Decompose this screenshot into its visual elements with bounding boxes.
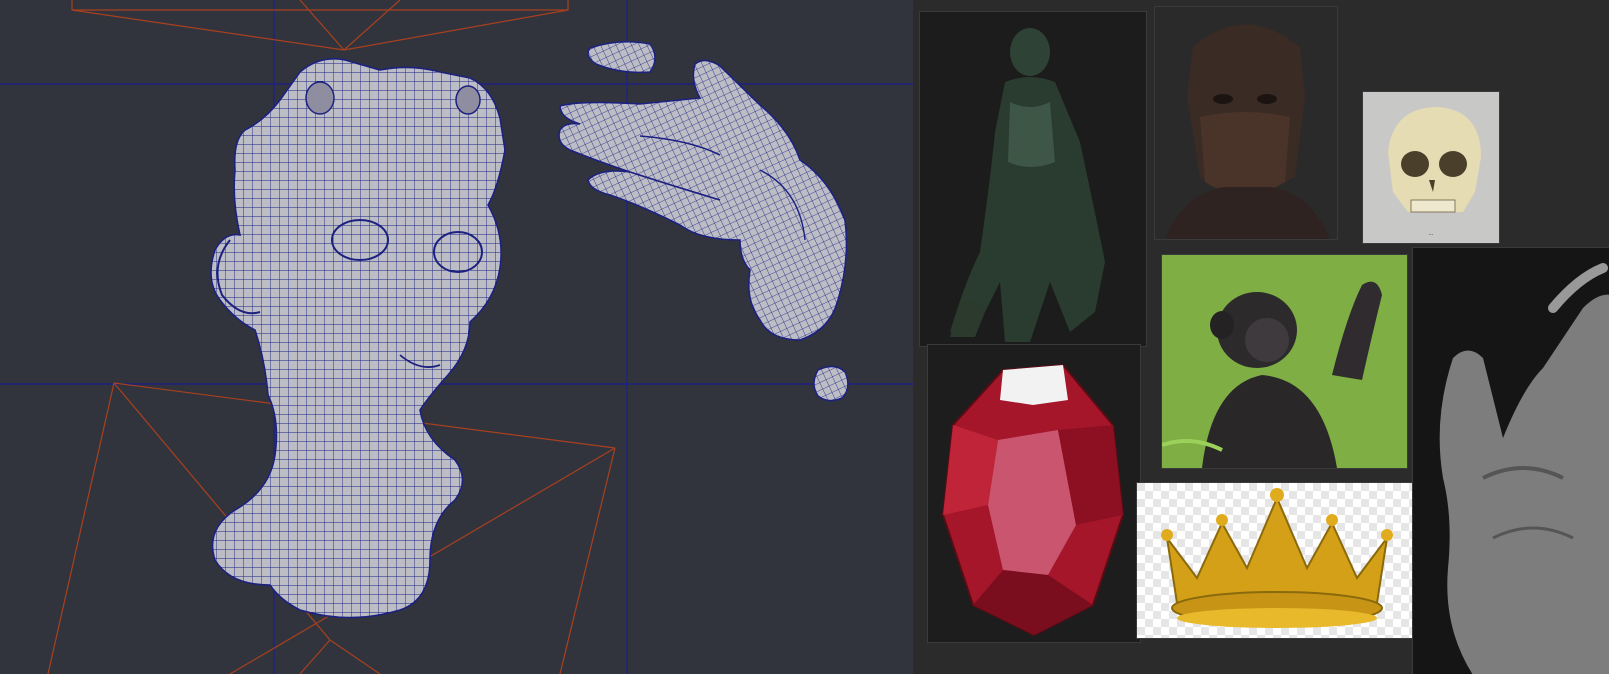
ref-image-skull[interactable]: ... <box>1362 91 1500 244</box>
ref-image-bw-hand[interactable] <box>1412 247 1609 674</box>
ref-image-bonobo[interactable] <box>1161 254 1408 469</box>
finger-fragment[interactable] <box>587 41 656 74</box>
small-fragment[interactable] <box>813 365 849 402</box>
head-mesh[interactable] <box>210 58 506 619</box>
ref-image-bronze-statue[interactable] <box>919 11 1147 347</box>
viewport-canvas[interactable] <box>0 0 913 674</box>
ref-image-gold-crown[interactable] <box>1136 482 1418 639</box>
ref-image-red-gem[interactable] <box>927 344 1141 643</box>
skull-caption: ... <box>1428 231 1434 237</box>
3d-viewport[interactable] <box>0 0 914 674</box>
hand-mesh[interactable] <box>558 59 848 341</box>
reference-board[interactable]: ... <box>913 0 1609 674</box>
ref-image-bronze-bust[interactable] <box>1154 6 1338 240</box>
